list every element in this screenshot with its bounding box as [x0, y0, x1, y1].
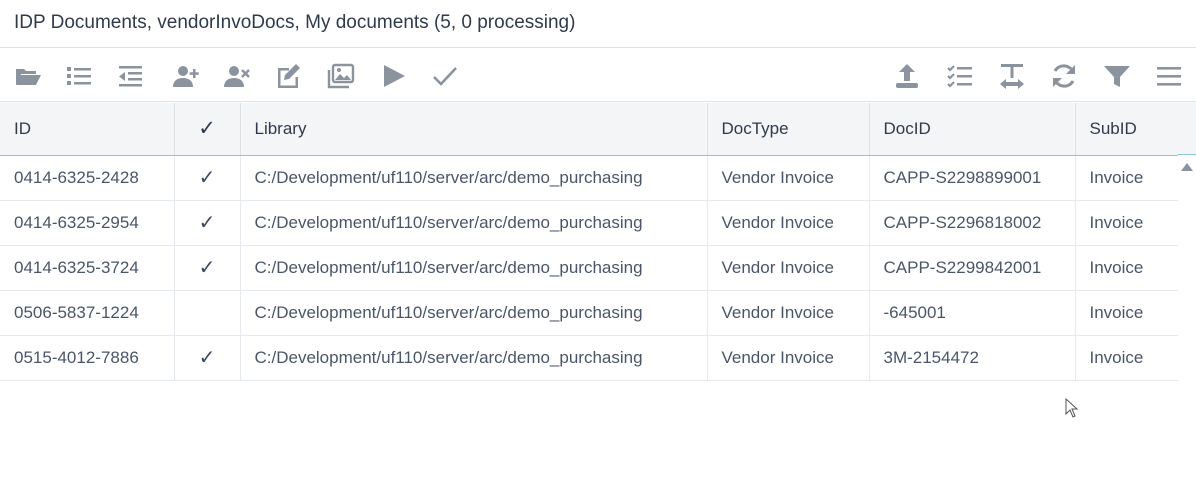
- cell-id: 0414-6325-3724: [0, 245, 175, 291]
- cell-doctype: Vendor Invoice: [707, 200, 870, 246]
- cell-doctype: Vendor Invoice: [707, 290, 870, 336]
- play-icon[interactable]: [380, 62, 408, 90]
- cell-subid: Invoice: [1075, 200, 1179, 246]
- cell-library: C:/Development/uf110/server/arc/demo_pur…: [240, 245, 708, 291]
- edit-icon[interactable]: [274, 62, 302, 90]
- vertical-scrollbar[interactable]: [1178, 155, 1196, 488]
- table-row[interactable]: 0506-5837-1224 C:/Development/uf110/serv…: [0, 290, 1179, 336]
- cell-subid: Invoice: [1075, 155, 1179, 201]
- column-header-docid[interactable]: DocID: [869, 103, 1076, 156]
- scroll-up-arrow-icon[interactable]: [1181, 163, 1193, 171]
- check-icon[interactable]: [431, 62, 459, 90]
- cell-doctype: Vendor Invoice: [707, 335, 870, 381]
- menu-icon[interactable]: [1155, 62, 1183, 90]
- cell-docid: CAPP-S2296818002: [869, 200, 1076, 246]
- cell-subid: Invoice: [1075, 290, 1179, 336]
- folder-open-icon[interactable]: [14, 62, 42, 90]
- cell-doctype: Vendor Invoice: [707, 245, 870, 291]
- checklist-icon[interactable]: [946, 62, 974, 90]
- text-width-icon[interactable]: [998, 62, 1026, 90]
- cell-check: [174, 290, 241, 336]
- cell-doctype: Vendor Invoice: [707, 155, 870, 201]
- column-header-check[interactable]: ✓: [174, 103, 241, 156]
- refresh-icon[interactable]: [1050, 62, 1078, 90]
- user-remove-icon[interactable]: [223, 62, 251, 90]
- cell-check: ✓: [174, 335, 241, 381]
- table-row[interactable]: 0515-4012-7886 ✓ C:/Development/uf110/se…: [0, 335, 1179, 381]
- cell-check: ✓: [174, 200, 241, 246]
- cell-library: C:/Development/uf110/server/arc/demo_pur…: [240, 155, 708, 201]
- cell-id: 0515-4012-7886: [0, 335, 175, 381]
- cell-subid: Invoice: [1075, 335, 1179, 381]
- toolbar: [0, 49, 1196, 102]
- filter-icon[interactable]: [1103, 62, 1131, 90]
- cell-docid: CAPP-S2299842001: [869, 245, 1076, 291]
- cell-library: C:/Development/uf110/server/arc/demo_pur…: [240, 290, 708, 336]
- cell-id: 0414-6325-2428: [0, 155, 175, 201]
- table-row[interactable]: 0414-6325-3724 ✓ C:/Development/uf110/se…: [0, 245, 1179, 291]
- upload-icon[interactable]: [893, 62, 921, 90]
- cell-docid: -645001: [869, 290, 1076, 336]
- cell-check: ✓: [174, 245, 241, 291]
- cell-library: C:/Development/uf110/server/arc/demo_pur…: [240, 200, 708, 246]
- user-add-icon[interactable]: [172, 62, 200, 90]
- cell-id: 0506-5837-1224: [0, 290, 175, 336]
- cell-docid: 3M-2154472: [869, 335, 1076, 381]
- window-title: IDP Documents, vendorInvoDocs, My docume…: [14, 12, 576, 33]
- list-icon[interactable]: [65, 62, 93, 90]
- window-titlebar: IDP Documents, vendorInvoDocs, My docume…: [0, 0, 1196, 48]
- header-filler: [1178, 103, 1196, 155]
- column-header-doctype[interactable]: DocType: [707, 103, 870, 156]
- table-row[interactable]: 0414-6325-2954 ✓ C:/Development/uf110/se…: [0, 200, 1179, 246]
- cell-docid: CAPP-S2298899001: [869, 155, 1076, 201]
- column-header-subid[interactable]: SubID: [1075, 103, 1179, 156]
- column-header-id[interactable]: ID: [0, 103, 175, 156]
- documents-table: ID ✓ Library DocType DocID SubID 0414-63…: [0, 103, 1179, 381]
- table-row[interactable]: 0414-6325-2428 ✓ C:/Development/uf110/se…: [0, 155, 1179, 201]
- documents-grid: ID ✓ Library DocType DocID SubID 0414-63…: [0, 103, 1179, 381]
- images-icon[interactable]: [327, 62, 355, 90]
- indent-left-icon[interactable]: [116, 62, 144, 90]
- cell-subid: Invoice: [1075, 245, 1179, 291]
- column-header-library[interactable]: Library: [240, 103, 708, 156]
- mouse-cursor-icon: [1065, 397, 1079, 418]
- cell-id: 0414-6325-2954: [0, 200, 175, 246]
- cell-check: ✓: [174, 155, 241, 201]
- cell-library: C:/Development/uf110/server/arc/demo_pur…: [240, 335, 708, 381]
- table-header-row: ID ✓ Library DocType DocID SubID: [0, 103, 1179, 156]
